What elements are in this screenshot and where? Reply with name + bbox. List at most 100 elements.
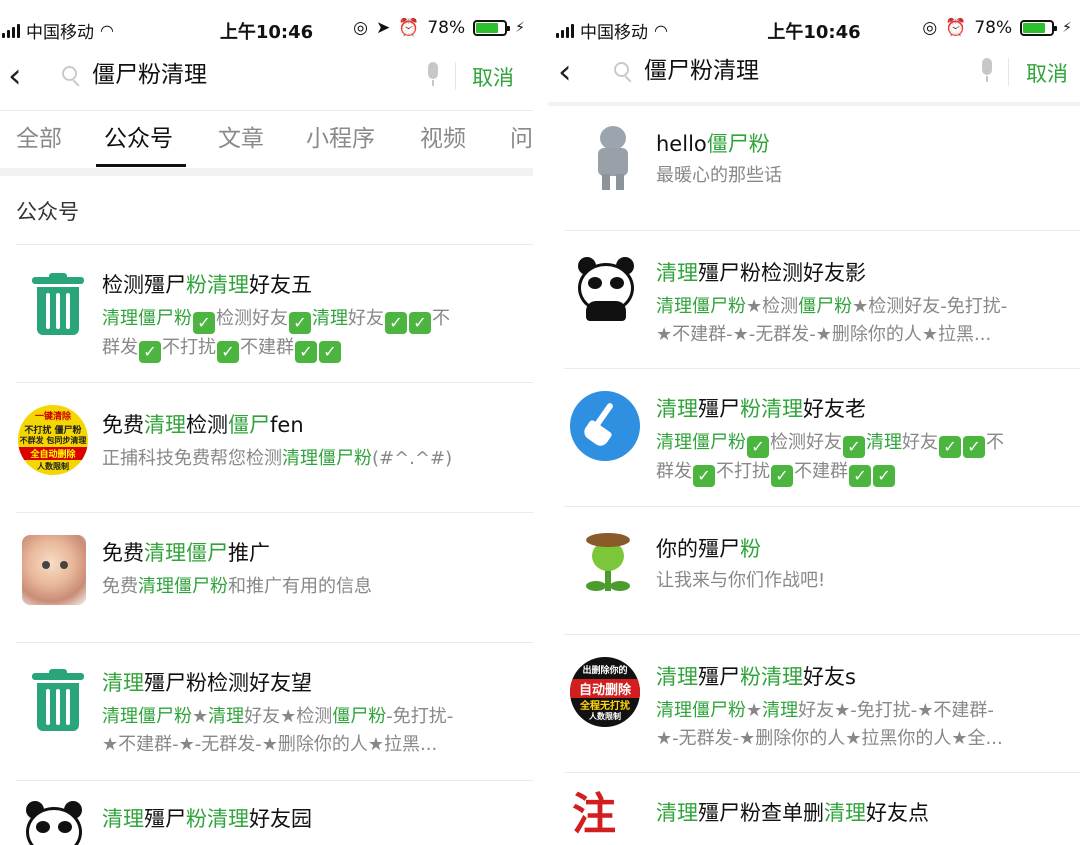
- search-bar: ‹ 僵尸粉清理 取消: [0, 50, 533, 102]
- check-mark-icon: ✓: [409, 312, 431, 334]
- tab-videos[interactable]: 视频: [420, 119, 466, 153]
- tab-official-accounts[interactable]: 公众号: [104, 119, 173, 153]
- result-item[interactable]: 清理殭尸粉清理好友园: [16, 780, 533, 845]
- result-description: 清理僵尸粉★清理好友★检测僵尸粉-免打扰- ★不建群-★-无群发-★删除你的人★拉…: [102, 703, 532, 759]
- status-right-group: ◎ ➤ ⏰ 78% ⚡: [353, 18, 525, 38]
- result-description: 免费清理僵尸粉和推广有用的信息: [102, 573, 532, 601]
- highlight-text: 粉清理: [186, 273, 249, 297]
- zombie-avatar-icon: [580, 124, 646, 190]
- highlight-text: 清理僵尸粉: [656, 700, 746, 721]
- highlight-text: 清理: [208, 706, 245, 727]
- description-line: ★-无群发-★删除你的人★拉黑你的人★全...: [656, 725, 1076, 753]
- search-input[interactable]: 僵尸粉清理: [92, 60, 207, 90]
- result-description: 最暖心的那些话: [656, 162, 1076, 190]
- tab-mini-programs[interactable]: 小程序: [306, 119, 375, 153]
- result-title: hello僵尸粉: [656, 128, 770, 158]
- left-screen: 中国移动 ◠ 上午10:46 ◎ ➤ ⏰ 78% ⚡ ‹ 僵尸粉清理 取消 全部…: [0, 0, 533, 845]
- result-title: 清理殭尸粉查单删清理好友点: [656, 797, 929, 827]
- ad-badge-icon: 一键清除 不打扰 僵尸粉 不群发 包同步清理 全自动删除 人数限制: [18, 405, 88, 475]
- text-segment: 殭尸粉检测好友望: [144, 671, 312, 695]
- text-segment: hello: [656, 132, 707, 156]
- microphone-icon[interactable]: [980, 58, 994, 84]
- highlight-text: 清理: [762, 700, 799, 721]
- result-title: 清理殭尸粉检测好友望: [102, 667, 312, 697]
- location-arrow-icon: ➤: [375, 18, 391, 38]
- back-chevron-icon[interactable]: ‹: [8, 56, 40, 96]
- text-segment: fen: [270, 413, 304, 437]
- screen-gap: [533, 0, 548, 845]
- description-line: ★不建群-★-无群发-★删除你的人★拉黑...: [656, 321, 1076, 349]
- search-icon: [62, 66, 82, 87]
- check-mark-icon: ✓: [385, 312, 407, 334]
- result-description: 清理僵尸粉★清理好友★-免打扰-★不建群- ★-无群发-★删除你的人★拉黑你的人★…: [656, 697, 1076, 753]
- tab-all[interactable]: 全部: [16, 119, 62, 153]
- result-item[interactable]: 你的殭尸粉 让我来与你们作战吧!: [564, 506, 1080, 634]
- text-segment: 好友: [902, 432, 938, 453]
- result-description: 正捕科技免费帮您检测清理僵尸粉(#^.^#): [102, 445, 532, 473]
- tab-questions[interactable]: 问: [510, 119, 533, 153]
- result-title: 清理殭尸粉检测好友影: [656, 257, 866, 287]
- ad-circle-icon: 出删除你的 自动删除 全程无打扰 人数限制: [570, 657, 640, 727]
- result-item[interactable]: 一键清除 不打扰 僵尸粉 不群发 包同步清理 全自动删除 人数限制 免费清理检测…: [16, 382, 533, 512]
- highlight-text: 清理: [656, 261, 698, 285]
- highlight-text: 清理: [312, 308, 348, 329]
- result-title: 检测殭尸粉清理好友五: [102, 269, 312, 299]
- check-mark-icon: ✓: [693, 465, 715, 487]
- result-description: 清理僵尸粉 ✓ 检测好友 ✓ 清理好友 ✓ ✓ 不群发 ✓ 不打扰 ✓ 不建群 ✓ ✓: [102, 305, 522, 363]
- charging-bolt-icon: ⚡: [1062, 20, 1072, 36]
- result-item[interactable]: 注 清理殭尸粉查单删清理好友点: [564, 772, 1080, 845]
- divider: [455, 62, 456, 90]
- text-segment: 和推广有用的信息: [228, 576, 372, 597]
- result-item[interactable]: hello僵尸粉 最暖心的那些话: [564, 106, 1080, 230]
- result-title: 免费清理僵尸推广: [102, 537, 270, 567]
- highlight-text: 清理: [102, 671, 144, 695]
- check-mark-icon: ✓: [139, 341, 161, 363]
- search-icon: [614, 62, 634, 83]
- check-mark-icon: ✓: [193, 312, 215, 334]
- text-segment: 殭尸粉检测好友影: [698, 261, 866, 285]
- text-segment: 最暖心的那些话: [656, 165, 782, 186]
- result-item[interactable]: 清理殭尸粉检测好友影 清理僵尸粉★检测僵尸粉★检测好友-免打扰- ★不建群-★-无…: [564, 230, 1080, 368]
- text-segment: 好友五: [249, 273, 312, 297]
- check-mark-icon: ✓: [873, 465, 895, 487]
- description-line: 清理僵尸粉★清理好友★检测僵尸粉-免打扰-: [102, 703, 532, 731]
- text-segment: ★-无群发-★删除你的人★拉黑你的人★全...: [656, 728, 1003, 749]
- result-title: 清理殭尸粉清理好友老: [656, 393, 866, 423]
- text-segment: 殭尸粉查单删: [698, 801, 824, 825]
- result-item[interactable]: 清理殭尸粉清理好友老 清理僵尸粉 ✓ 检测好友 ✓ 清理好友 ✓ ✓ 不群发 ✓ 不打扰 ✓ 不建群 ✓…: [564, 368, 1080, 506]
- battery-percent: 78%: [974, 18, 1013, 38]
- search-input[interactable]: 僵尸粉清理: [644, 56, 759, 86]
- text-segment: ★不建群-★-无群发-★删除你的人★拉黑...: [102, 734, 438, 755]
- cancel-button[interactable]: 取消: [1026, 58, 1068, 88]
- text-segment: 不建群: [240, 337, 294, 358]
- cancel-button[interactable]: 取消: [472, 62, 514, 92]
- back-chevron-icon[interactable]: ‹: [558, 52, 590, 92]
- highlight-text: 粉清理: [740, 665, 803, 689]
- check-mark-icon: ✓: [963, 436, 985, 458]
- check-mark-icon: ✓: [319, 341, 341, 363]
- microphone-icon[interactable]: [426, 62, 440, 88]
- highlight-text: 清理: [866, 432, 902, 453]
- tab-articles[interactable]: 文章: [218, 119, 264, 153]
- result-item[interactable]: 免费清理僵尸推广 免费清理僵尸粉和推广有用的信息: [16, 512, 533, 642]
- tab-bar: 全部 公众号 文章 小程序 视频 问: [0, 110, 533, 168]
- result-title: 免费清理检测僵尸fen: [102, 409, 304, 439]
- check-mark-icon: ✓: [747, 436, 769, 458]
- text-segment: 免费: [102, 541, 144, 565]
- highlight-text: 清理: [824, 801, 866, 825]
- result-item[interactable]: 清理殭尸粉检测好友望 清理僵尸粉★清理好友★检测僵尸粉-免打扰- ★不建群-★-无…: [16, 642, 533, 780]
- battery-icon: [473, 20, 511, 36]
- charging-bolt-icon: ⚡: [515, 20, 525, 36]
- text-segment: 殭尸: [698, 397, 740, 421]
- text-segment: 检测好友: [216, 308, 288, 329]
- description-line: 清理僵尸粉 ✓ 检测好友 ✓ 清理好友 ✓ ✓ 不: [102, 305, 522, 334]
- result-item[interactable]: 出删除你的 自动删除 全程无打扰 人数限制 清理殭尸粉清理好友s 清理僵尸粉★清…: [564, 634, 1080, 772]
- battery-percent: 78%: [427, 18, 466, 38]
- screenshot-root: 中国移动 ◠ 上午10:46 ◎ ➤ ⏰ 78% ⚡ ‹ 僵尸粉清理 取消 全部…: [0, 0, 1080, 845]
- text-segment: 不: [986, 432, 1004, 453]
- highlight-text: 清理僵尸粉: [282, 448, 372, 469]
- alarm-icon: ⏰: [398, 18, 420, 38]
- text-segment: 检测殭尸: [102, 273, 186, 297]
- highlight-text: 粉: [740, 537, 761, 561]
- result-item[interactable]: 检测殭尸粉清理好友五 清理僵尸粉 ✓ 检测好友 ✓ 清理好友 ✓ ✓ 不群发 ✓ 不打扰 ✓ 不建群 ✓…: [16, 244, 533, 382]
